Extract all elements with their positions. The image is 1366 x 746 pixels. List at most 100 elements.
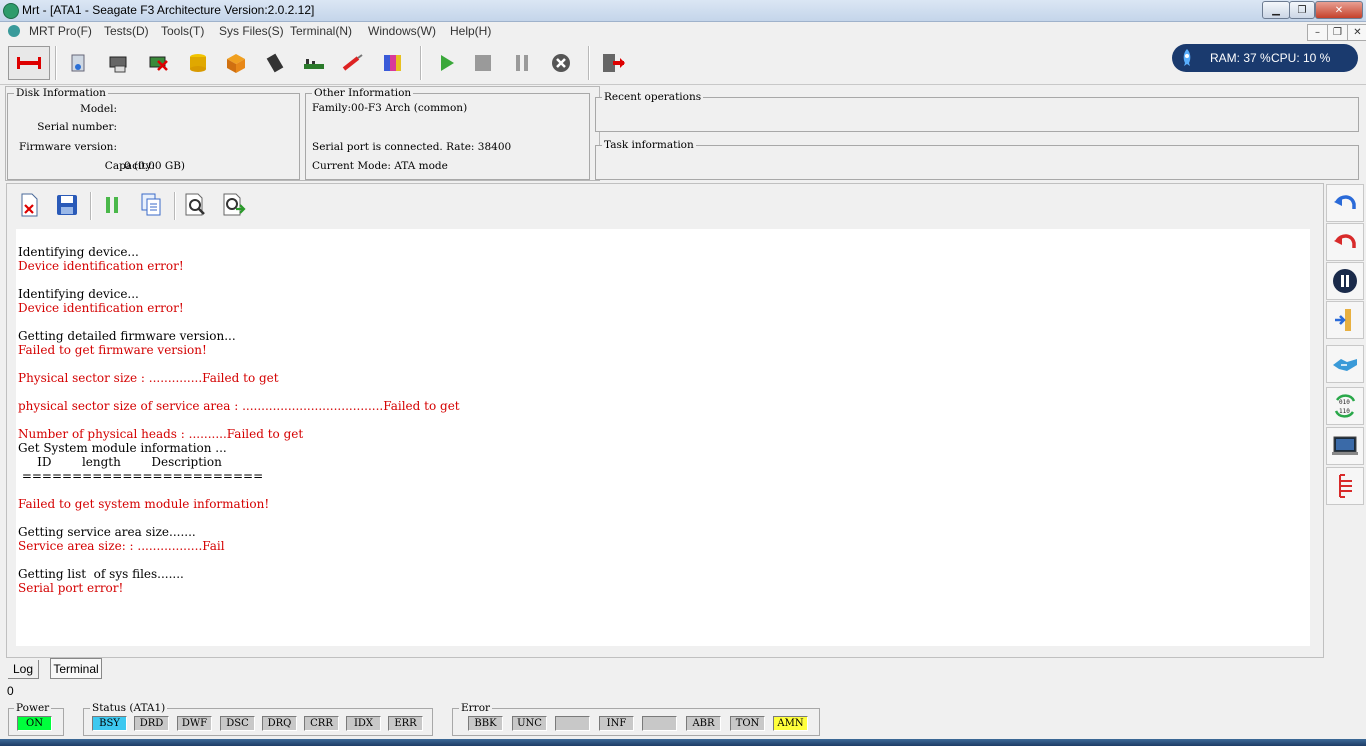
mdi-minimize-button[interactable]: –	[1307, 24, 1328, 41]
minimize-button[interactable]: ▁	[1262, 1, 1290, 19]
title-bar[interactable]: Mrt - [ATA1 - Seagate F3 Architecture Ve…	[0, 0, 1366, 22]
drive-info-icon	[71, 54, 85, 72]
menu-mrt-pro[interactable]: MRT Pro(F)	[29, 24, 92, 38]
status-legend: Status (ATA1)	[90, 702, 168, 714]
status-flag-crr: CRR	[304, 716, 339, 731]
task-information-legend: Task information	[602, 139, 696, 151]
app-menu-icon[interactable]	[8, 25, 20, 37]
exit-button[interactable]	[598, 48, 628, 78]
bracket-button[interactable]	[1326, 467, 1364, 505]
pcb-icon	[304, 59, 324, 69]
clear-document-icon	[21, 193, 38, 217]
status-flag-bsy: BSY	[92, 716, 127, 731]
error-flag-ton: TON	[730, 716, 765, 731]
copy-icon	[141, 193, 161, 216]
menu-sys-files[interactable]: Sys Files(S)	[219, 24, 284, 38]
log-error-line: Number of physical heads : ..........Fai…	[18, 427, 304, 441]
abort-button[interactable]	[546, 48, 576, 78]
other-information-group: Other Information Family:00-F3 Arch (com…	[305, 87, 590, 180]
error-flag-blank	[642, 716, 677, 731]
handshake-button[interactable]	[1326, 345, 1364, 383]
erase-button[interactable]	[143, 48, 173, 78]
log-line: Get System module information ...	[18, 441, 227, 455]
window-title: Mrt - [ATA1 - Seagate F3 Architecture Ve…	[22, 3, 315, 17]
rocket-icon	[1183, 49, 1191, 66]
mdi-restore-button[interactable]: ❐	[1327, 24, 1348, 41]
recent-operations-legend: Recent operations	[602, 91, 704, 103]
close-button[interactable]: ✕	[1315, 1, 1363, 19]
connect-icon	[17, 57, 41, 69]
log-line: Getting list of sys files.......	[18, 567, 184, 581]
recent-operations-group: Recent operations	[595, 91, 1359, 132]
family-text: Family:00-F3 Arch (common)	[312, 102, 468, 114]
screen-button[interactable]	[1326, 427, 1364, 465]
tab-log[interactable]: Log	[8, 660, 39, 679]
patch-button[interactable]	[338, 48, 368, 78]
modules-button[interactable]	[221, 48, 251, 78]
chip-icon	[266, 53, 284, 73]
monitor-icon	[1332, 436, 1358, 455]
pause-log-button[interactable]	[97, 190, 127, 220]
play-icon	[441, 55, 454, 71]
app-icon[interactable]	[3, 3, 19, 19]
database-button[interactable]	[183, 48, 213, 78]
disk-information-legend: Disk Information	[14, 87, 108, 99]
menu-tools[interactable]: Tools(T)	[161, 24, 204, 38]
error-flag-blank	[555, 716, 590, 731]
modules-icon	[227, 54, 245, 73]
menu-tests[interactable]: Tests(D)	[104, 24, 149, 38]
resize-button[interactable]	[1326, 301, 1364, 339]
drive-info-button[interactable]	[63, 48, 93, 78]
pause-icon	[516, 55, 528, 71]
handshake-icon	[1333, 359, 1357, 371]
rar-button[interactable]	[377, 48, 407, 78]
exit-icon	[603, 54, 625, 72]
error-legend: Error	[459, 702, 493, 714]
power-on-indicator: ON	[17, 716, 52, 731]
menu-bar: MRT Pro(F) Tests(D) Tools(T) Sys Files(S…	[0, 22, 1366, 42]
main-toolbar	[0, 42, 1366, 85]
undo-blue-button[interactable]	[1326, 184, 1364, 222]
log-line: ========================	[18, 469, 264, 483]
mdi-close-button[interactable]: ✕	[1347, 24, 1366, 41]
taskbar	[0, 739, 1366, 746]
restore-button[interactable]: ❐	[1289, 1, 1315, 19]
log-line: Identifying device...	[18, 287, 139, 301]
tests-button[interactable]	[103, 48, 133, 78]
log-output[interactable]: Identifying device... Device identificati…	[16, 229, 1310, 646]
pause-round-button[interactable]	[1326, 262, 1364, 300]
save-log-button[interactable]	[52, 190, 82, 220]
find-next-button[interactable]	[219, 190, 249, 220]
stop-icon	[475, 55, 491, 71]
clear-log-button[interactable]	[14, 190, 44, 220]
menu-terminal[interactable]: Terminal(N)	[290, 24, 352, 38]
erase-icon	[149, 56, 168, 71]
chip-button[interactable]	[260, 48, 290, 78]
log-line: ID length Description	[18, 455, 222, 469]
stop-button[interactable]	[468, 48, 498, 78]
start-button[interactable]	[432, 48, 462, 78]
svg-text:110: 110	[1339, 408, 1350, 415]
abort-icon	[552, 54, 570, 72]
binary-sync-button[interactable]: 010 110	[1326, 387, 1364, 425]
tab-terminal[interactable]: Terminal	[50, 658, 102, 679]
pause-button[interactable]	[507, 48, 537, 78]
undo-red-button[interactable]	[1326, 223, 1364, 261]
svg-text:010: 010	[1339, 399, 1350, 406]
save-icon	[57, 195, 77, 215]
pcb-button[interactable]	[299, 48, 329, 78]
menu-help[interactable]: Help(H)	[450, 24, 491, 38]
copy-log-button[interactable]	[136, 190, 166, 220]
status-flag-idx: IDX	[346, 716, 381, 731]
patch-icon	[342, 54, 363, 71]
cpu-usage: CPU: 10 %	[1271, 51, 1331, 65]
log-error-line: Failed to get system module information!	[18, 497, 270, 511]
error-flag-inf: INF	[599, 716, 634, 731]
status-flag-drd: DRD	[134, 716, 169, 731]
log-line: Getting detailed firmware version...	[18, 329, 236, 343]
connect-button[interactable]	[8, 46, 50, 80]
power-legend: Power	[14, 702, 52, 714]
undo-blue-icon	[1334, 195, 1356, 209]
menu-windows[interactable]: Windows(W)	[368, 24, 436, 38]
find-button[interactable]	[181, 190, 211, 220]
